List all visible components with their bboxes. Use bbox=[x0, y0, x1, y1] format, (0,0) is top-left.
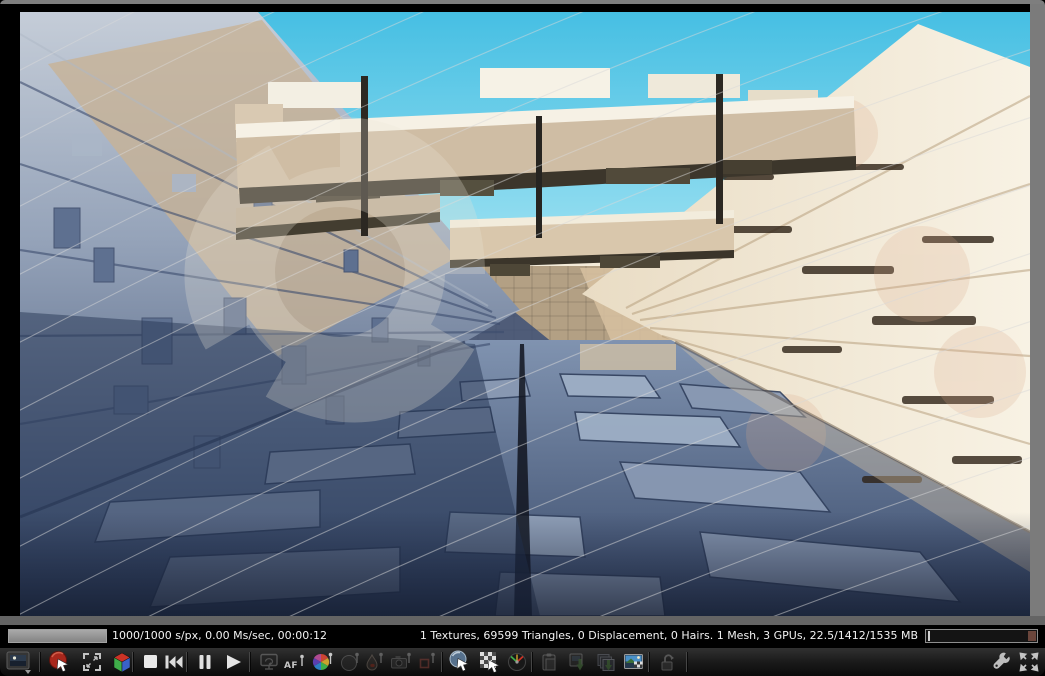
save-layers-icon bbox=[597, 653, 614, 671]
stop-icon bbox=[144, 655, 157, 668]
skip-to-start-icon bbox=[165, 655, 183, 669]
white-balance-picker-button[interactable] bbox=[310, 649, 338, 675]
wrench-icon bbox=[993, 652, 1010, 669]
rgb-cube-icon bbox=[113, 652, 131, 672]
scene-stats-text: 1 Textures, 69599 Triangles, 0 Displacem… bbox=[419, 629, 918, 642]
toolbar-separator bbox=[441, 652, 442, 672]
material-picker-button[interactable] bbox=[361, 649, 389, 675]
save-image-icon bbox=[569, 653, 583, 670]
render-priority-button[interactable] bbox=[504, 649, 532, 675]
toolbar-separator bbox=[531, 652, 532, 672]
lock-image-button[interactable] bbox=[654, 649, 682, 675]
alpha-picker-button[interactable] bbox=[476, 649, 504, 675]
pause-render-button[interactable] bbox=[191, 649, 219, 675]
window-frame-right bbox=[1030, 4, 1045, 625]
clipboard-icon bbox=[542, 653, 556, 670]
autofocus-picker-button[interactable]: AF bbox=[281, 649, 309, 675]
show-alpha-background-button[interactable] bbox=[620, 649, 648, 675]
image-checkerboard-icon bbox=[623, 653, 643, 669]
pick-object-button[interactable] bbox=[46, 649, 74, 675]
toolbar-separator bbox=[39, 652, 40, 672]
continuous-refresh-button[interactable] bbox=[255, 649, 283, 675]
expand-arrows-icon bbox=[1019, 652, 1039, 672]
fullscreen-button[interactable] bbox=[1015, 649, 1043, 675]
sphere-cursor-icon bbox=[449, 650, 469, 672]
toolbar: AF bbox=[0, 648, 1045, 676]
toolbar-separator bbox=[186, 652, 187, 672]
save-render-passes-button[interactable] bbox=[592, 649, 620, 675]
droplet-pin-icon bbox=[366, 652, 383, 671]
window-frame-top bbox=[0, 0, 1045, 4]
pause-icon bbox=[199, 655, 211, 669]
render-progress-text: 1000/1000 s/px, 0.00 Ms/sec, 00:00:12 bbox=[112, 629, 327, 642]
toolbar-separator bbox=[132, 652, 133, 672]
status-bar: 1000/1000 s/px, 0.00 Ms/sec, 00:00:12 1 … bbox=[0, 625, 1045, 648]
memory-bar-tick bbox=[928, 631, 930, 641]
camera-target-picker-button[interactable] bbox=[387, 649, 415, 675]
gauge-icon bbox=[508, 653, 526, 671]
viewport-settings-button[interactable] bbox=[988, 649, 1016, 675]
memory-bar bbox=[925, 629, 1038, 643]
render-progress-bar bbox=[8, 629, 107, 643]
restart-render-button[interactable] bbox=[160, 649, 188, 675]
square-pin-icon bbox=[419, 652, 435, 669]
monitor-loop-icon bbox=[259, 653, 278, 670]
dark-circle-pin-icon bbox=[341, 652, 359, 671]
render-viewport-window: 1000/1000 s/px, 0.00 Ms/sec, 00:00:12 1 … bbox=[0, 0, 1045, 676]
color-wheel-pin-icon bbox=[312, 652, 333, 671]
rendered-image bbox=[20, 12, 1030, 616]
toolbar-separator bbox=[249, 652, 250, 672]
memory-bar-fill bbox=[1028, 631, 1036, 641]
save-image-button[interactable] bbox=[564, 649, 592, 675]
render-viewport[interactable] bbox=[20, 12, 1030, 616]
play-icon bbox=[227, 655, 241, 669]
render-region-button[interactable] bbox=[78, 649, 106, 675]
dashed-region-icon bbox=[83, 653, 101, 671]
render-progress-fill bbox=[9, 630, 106, 642]
toolbar-separator bbox=[648, 652, 649, 672]
window-frame-bottom bbox=[0, 616, 1045, 625]
open-padlock-icon bbox=[661, 653, 674, 670]
checkerboard-cursor-icon bbox=[479, 652, 500, 673]
af-pin-icon bbox=[300, 654, 304, 666]
zoom-picker-button[interactable] bbox=[446, 649, 474, 675]
copy-to-clipboard-button[interactable] bbox=[536, 649, 564, 675]
image-thumbnail-icon bbox=[6, 651, 31, 674]
af-label: AF bbox=[283, 660, 299, 671]
toolbar-separator bbox=[686, 652, 687, 672]
camera-pin-icon bbox=[391, 652, 411, 669]
region-picker-button[interactable] bbox=[414, 649, 442, 675]
red-sphere-cursor-icon bbox=[49, 651, 69, 672]
display-mode-button[interactable] bbox=[5, 649, 33, 675]
resume-render-button[interactable] bbox=[219, 649, 247, 675]
